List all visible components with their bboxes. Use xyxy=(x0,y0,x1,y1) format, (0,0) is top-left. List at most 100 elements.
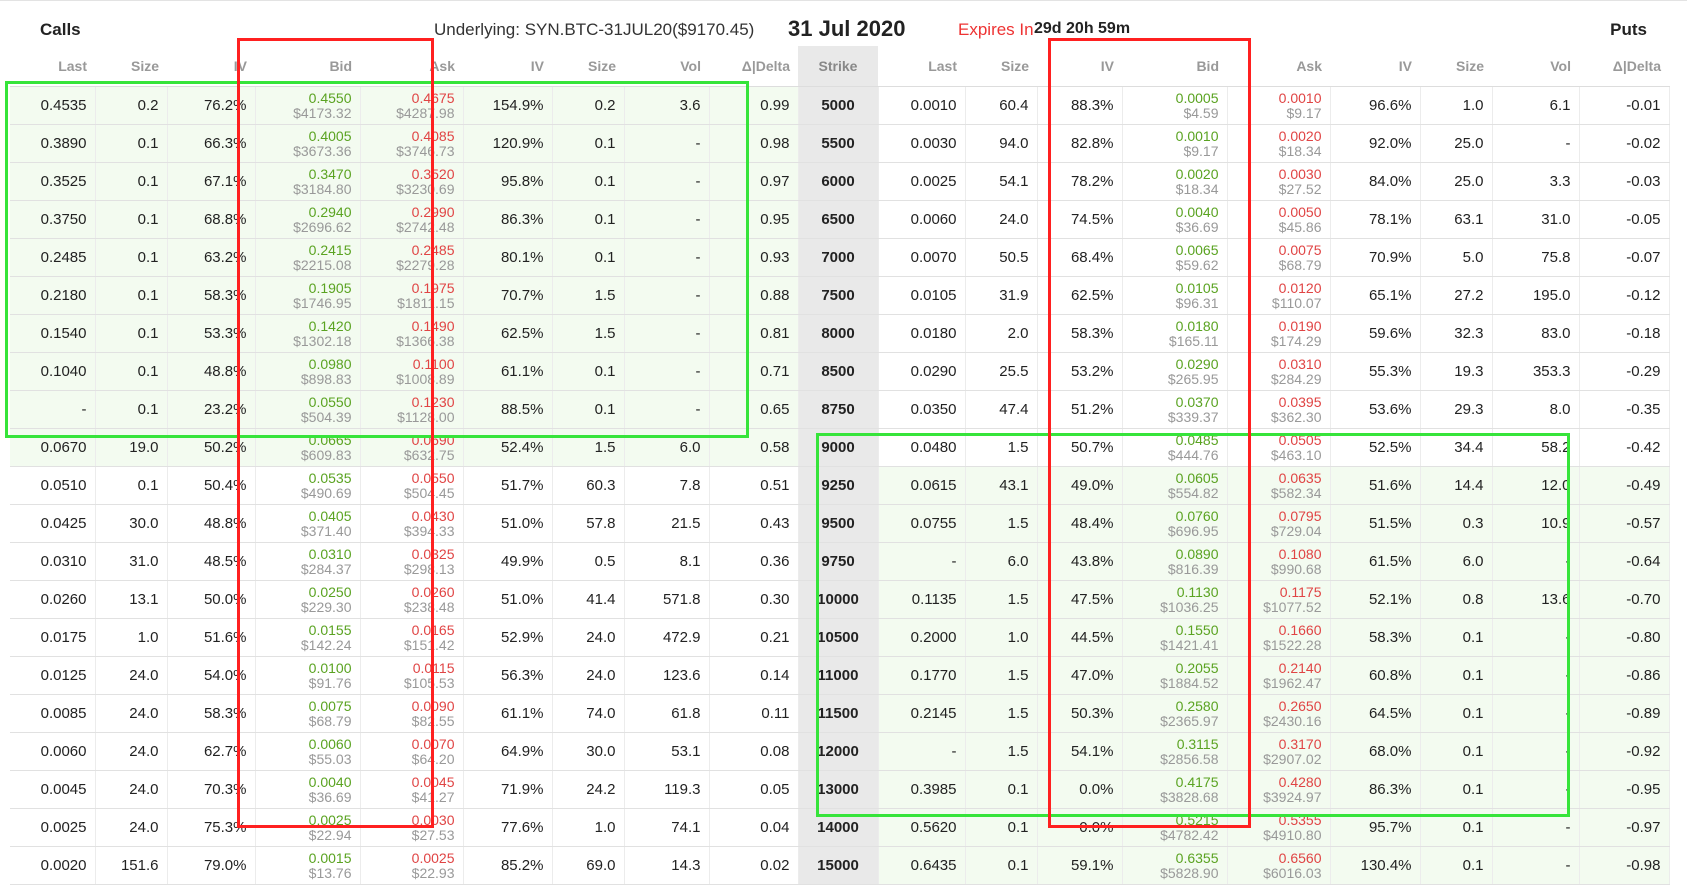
put-ask[interactable]: 0.5355 $4910.80 xyxy=(1227,808,1331,847)
call-bid[interactable]: 0.0310 $284.37 xyxy=(255,542,361,581)
put-bid[interactable]: 0.0605 $554.82 xyxy=(1122,466,1228,505)
option-row[interactable]: 0.0260 13.1 50.0% 0.0250 $229.30 0.0260 $238.4… xyxy=(10,580,1670,619)
put-bid[interactable]: 0.0040 $36.69 xyxy=(1122,200,1228,239)
call-bid[interactable]: 0.4550 $4173.32 xyxy=(255,86,361,125)
call-ask[interactable]: 0.1490 $1366.38 xyxy=(360,314,464,353)
strike-cell[interactable]: 9250 xyxy=(798,466,879,505)
strike-cell[interactable]: 9000 xyxy=(798,428,879,467)
call-bid[interactable]: 0.4005 $3673.36 xyxy=(255,124,361,163)
call-ask[interactable]: 0.0115 $105.53 xyxy=(360,656,464,695)
strike-cell[interactable]: 12000 xyxy=(798,732,879,771)
col-call-size[interactable]: Size xyxy=(95,46,167,87)
option-row[interactable]: 0.0670 19.0 50.2% 0.0665 $609.83 0.0690 $632.7… xyxy=(10,428,1670,467)
strike-cell[interactable]: 8000 xyxy=(798,314,879,353)
call-ask[interactable]: 0.0690 $632.75 xyxy=(360,428,464,467)
option-row[interactable]: -0.1 23.2% 0.0550 $504.39 0.1230 $1128.00 88.5… xyxy=(10,390,1670,429)
put-bid[interactable]: 0.6355 $5828.90 xyxy=(1122,846,1228,885)
call-ask[interactable]: 0.2990 $2742.48 xyxy=(360,200,464,239)
call-bid[interactable]: 0.1905 $1746.95 xyxy=(255,276,361,315)
call-ask[interactable]: 0.1230 $1128.00 xyxy=(360,390,464,429)
strike-cell[interactable]: 6500 xyxy=(798,200,879,239)
option-row[interactable]: 0.0025 24.0 75.3% 0.0025 $22.94 0.0030 $27.53 7… xyxy=(10,808,1670,847)
put-ask[interactable]: 0.0075 $68.79 xyxy=(1227,238,1331,277)
call-ask[interactable]: 0.2485 $2279.28 xyxy=(360,238,464,277)
col-call-ask-size[interactable]: Size xyxy=(552,46,624,87)
option-row[interactable]: 0.2180 0.1 58.3% 0.1905 $1746.95 0.1975 $1811.… xyxy=(10,276,1670,315)
put-ask[interactable]: 0.0505 $463.10 xyxy=(1227,428,1331,467)
call-bid[interactable]: 0.0040 $36.69 xyxy=(255,770,361,809)
put-bid[interactable]: 0.1550 $1421.41 xyxy=(1122,618,1228,657)
call-ask[interactable]: 0.0550 $504.45 xyxy=(360,466,464,505)
put-ask[interactable]: 0.0310 $284.29 xyxy=(1227,352,1331,391)
col-call-iv[interactable]: IV xyxy=(167,46,255,87)
expiry-date[interactable]: 31 Jul 2020 xyxy=(788,16,905,42)
put-bid[interactable]: 0.0010 $9.17 xyxy=(1122,124,1228,163)
strike-cell[interactable]: 10000 xyxy=(798,580,879,619)
call-ask[interactable]: 0.4675 $4287.98 xyxy=(360,86,464,125)
put-ask[interactable]: 0.4280 $3924.97 xyxy=(1227,770,1331,809)
strike-cell[interactable]: 10500 xyxy=(798,618,879,657)
option-row[interactable]: 0.4535 0.2 76.2% 0.4550 $4173.32 0.4675 $4287.… xyxy=(10,86,1670,125)
put-bid[interactable]: 0.1130 $1036.25 xyxy=(1122,580,1228,619)
col-call-vol[interactable]: Vol xyxy=(624,46,709,87)
call-bid[interactable]: 0.1420 $1302.18 xyxy=(255,314,361,353)
option-row[interactable]: 0.0175 1.0 51.6% 0.0155 $142.24 0.0165 $151.42… xyxy=(10,618,1670,657)
call-ask[interactable]: 0.0045 $41.27 xyxy=(360,770,464,809)
option-row[interactable]: 0.2485 0.1 63.2% 0.2415 $2215.08 0.2485 $2279.… xyxy=(10,238,1670,277)
call-bid[interactable]: 0.0980 $898.83 xyxy=(255,352,361,391)
put-ask[interactable]: 0.2650 $2430.16 xyxy=(1227,694,1331,733)
option-row[interactable]: 0.0425 30.0 48.8% 0.0405 $371.40 0.0430 $394.3… xyxy=(10,504,1670,543)
put-ask[interactable]: 0.0395 $362.30 xyxy=(1227,390,1331,429)
option-row[interactable]: 0.3890 0.1 66.3% 0.4005 $3673.36 0.4085 $3746.… xyxy=(10,124,1670,163)
call-bid[interactable]: 0.0535 $490.69 xyxy=(255,466,361,505)
call-bid[interactable]: 0.0665 $609.83 xyxy=(255,428,361,467)
strike-cell[interactable]: 5000 xyxy=(798,86,879,125)
call-ask[interactable]: 0.0025 $22.93 xyxy=(360,846,464,885)
option-row[interactable]: 0.0045 24.0 70.3% 0.0040 $36.69 0.0045 $41.27 7… xyxy=(10,770,1670,809)
call-bid[interactable]: 0.0155 $142.24 xyxy=(255,618,361,657)
put-ask[interactable]: 0.0795 $729.04 xyxy=(1227,504,1331,543)
col-put-ask-size[interactable]: Size xyxy=(1420,46,1492,87)
call-ask[interactable]: 0.1975 $1811.15 xyxy=(360,276,464,315)
put-ask[interactable]: 0.0030 $27.52 xyxy=(1227,162,1331,201)
call-ask[interactable]: 0.0165 $151.42 xyxy=(360,618,464,657)
option-row[interactable]: 0.0060 24.0 62.7% 0.0060 $55.03 0.0070 $64.20 6… xyxy=(10,732,1670,771)
strike-cell[interactable]: 9500 xyxy=(798,504,879,543)
option-row[interactable]: 0.0510 0.1 50.4% 0.0535 $490.69 0.0550 $504.45… xyxy=(10,466,1670,505)
strike-cell[interactable]: 11000 xyxy=(798,656,879,695)
option-row[interactable]: 0.0125 24.0 54.0% 0.0100 $91.76 0.0115 $105.53… xyxy=(10,656,1670,695)
put-bid[interactable]: 0.5215 $4782.42 xyxy=(1122,808,1228,847)
put-ask[interactable]: 0.1175 $1077.52 xyxy=(1227,580,1331,619)
strike-cell[interactable]: 11500 xyxy=(798,694,879,733)
call-bid[interactable]: 0.0060 $55.03 xyxy=(255,732,361,771)
strike-cell[interactable]: 7500 xyxy=(798,276,879,315)
put-ask[interactable]: 0.3170 $2907.02 xyxy=(1227,732,1331,771)
put-bid[interactable]: 0.0290 $265.95 xyxy=(1122,352,1228,391)
put-ask[interactable]: 0.0635 $582.34 xyxy=(1227,466,1331,505)
put-ask[interactable]: 0.0120 $110.07 xyxy=(1227,276,1331,315)
put-bid[interactable]: 0.0020 $18.34 xyxy=(1122,162,1228,201)
strike-cell[interactable]: 8500 xyxy=(798,352,879,391)
put-ask[interactable]: 0.1660 $1522.28 xyxy=(1227,618,1331,657)
call-ask[interactable]: 0.0070 $64.20 xyxy=(360,732,464,771)
option-row[interactable]: 0.3750 0.1 68.8% 0.2940 $2696.62 0.2990 $2742.… xyxy=(10,200,1670,239)
strike-cell[interactable]: 5500 xyxy=(798,124,879,163)
call-ask[interactable]: 0.0030 $27.53 xyxy=(360,808,464,847)
put-bid[interactable]: 0.0065 $59.62 xyxy=(1122,238,1228,277)
col-call-last[interactable]: Last xyxy=(10,46,95,87)
strike-cell[interactable]: 6000 xyxy=(798,162,879,201)
call-ask[interactable]: 0.0260 $238.48 xyxy=(360,580,464,619)
put-ask[interactable]: 0.6560 $6016.03 xyxy=(1227,846,1331,885)
call-bid[interactable]: 0.0025 $22.94 xyxy=(255,808,361,847)
put-bid[interactable]: 0.0485 $444.76 xyxy=(1122,428,1228,467)
call-bid[interactable]: 0.0015 $13.76 xyxy=(255,846,361,885)
option-row[interactable]: 0.1540 0.1 53.3% 0.1420 $1302.18 0.1490 $1366.… xyxy=(10,314,1670,353)
call-bid[interactable]: 0.0100 $91.76 xyxy=(255,656,361,695)
col-call-delta[interactable]: Δ|Delta xyxy=(709,46,798,87)
call-bid[interactable]: 0.3470 $3184.80 xyxy=(255,162,361,201)
put-ask[interactable]: 0.1080 $990.68 xyxy=(1227,542,1331,581)
call-bid[interactable]: 0.0075 $68.79 xyxy=(255,694,361,733)
put-ask[interactable]: 0.0010 $9.17 xyxy=(1227,86,1331,125)
call-bid[interactable]: 0.0550 $504.39 xyxy=(255,390,361,429)
col-put-vol[interactable]: Vol xyxy=(1492,46,1579,87)
